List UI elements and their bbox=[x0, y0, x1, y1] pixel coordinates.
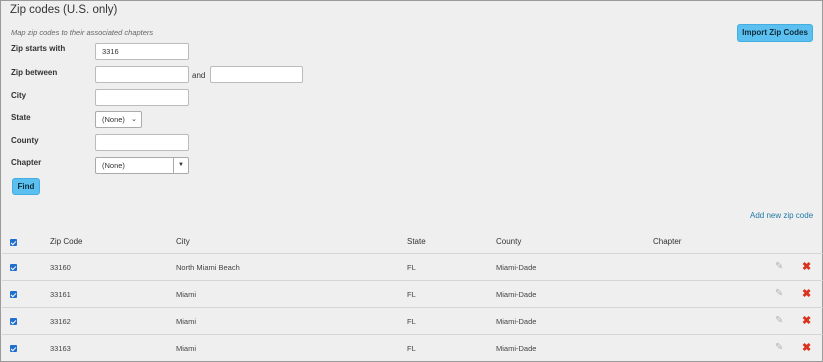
column-header-chapter: Chapter bbox=[653, 237, 682, 246]
city-label: City bbox=[11, 91, 27, 100]
caret-down-icon: ▼ bbox=[173, 158, 188, 173]
cell-county: Miami-Dade bbox=[496, 263, 537, 272]
chapter-label: Chapter bbox=[11, 158, 42, 167]
cell-zip: 33161 bbox=[50, 290, 71, 299]
cell-zip: 33162 bbox=[50, 317, 71, 326]
cell-county: Miami-Dade bbox=[496, 317, 537, 326]
row-checkbox[interactable] bbox=[10, 291, 17, 298]
state-select-value: (None) bbox=[102, 115, 125, 124]
cell-state: FL bbox=[407, 344, 416, 353]
cell-state: FL bbox=[407, 263, 416, 272]
pencil-icon[interactable]: ✎ bbox=[775, 342, 783, 353]
delete-x-icon[interactable]: ✖ bbox=[802, 314, 811, 327]
table-row: 33161 Miami FL Miami-Dade ✎ ✖ bbox=[2, 280, 823, 307]
column-header-county: County bbox=[496, 237, 522, 246]
zip-codes-panel: Zip codes (U.S. only) Map zip codes to t… bbox=[0, 0, 823, 362]
zip-starts-label: Zip starts with bbox=[11, 44, 66, 53]
table-row: 33163 Miami FL Miami-Dade ✎ ✖ bbox=[2, 334, 823, 361]
zip-between-and: and bbox=[192, 71, 206, 80]
county-label: County bbox=[11, 136, 39, 145]
column-header-zip: Zip Code bbox=[50, 237, 83, 246]
cell-county: Miami-Dade bbox=[496, 344, 537, 353]
cell-city: Miami bbox=[176, 317, 196, 326]
zip-between-to-input[interactable] bbox=[210, 66, 303, 83]
chapter-select-value: (None) bbox=[102, 161, 125, 170]
import-zip-codes-button[interactable]: Import Zip Codes bbox=[737, 24, 813, 42]
cell-city: Miami bbox=[176, 344, 196, 353]
state-select[interactable]: (None) ⌄ bbox=[95, 111, 142, 128]
cell-state: FL bbox=[407, 317, 416, 326]
cell-county: Miami-Dade bbox=[496, 290, 537, 299]
delete-x-icon[interactable]: ✖ bbox=[802, 260, 811, 273]
zip-starts-input[interactable]: 3316 bbox=[95, 43, 189, 60]
cell-zip: 33163 bbox=[50, 344, 71, 353]
find-button[interactable]: Find bbox=[12, 178, 40, 195]
column-header-state: State bbox=[407, 237, 426, 246]
row-checkbox[interactable] bbox=[10, 318, 17, 325]
table-row: 33160 North Miami Beach FL Miami-Dade ✎ … bbox=[2, 253, 823, 280]
chevron-down-icon: ⌄ bbox=[131, 116, 137, 123]
zip-between-label: Zip between bbox=[11, 68, 58, 77]
page-subtitle: Map zip codes to their associated chapte… bbox=[11, 28, 154, 37]
cell-zip: 33160 bbox=[50, 263, 71, 272]
row-checkbox[interactable] bbox=[10, 264, 17, 271]
county-input[interactable] bbox=[95, 134, 189, 151]
pencil-icon[interactable]: ✎ bbox=[775, 315, 783, 326]
cell-city: Miami bbox=[176, 290, 196, 299]
state-label: State bbox=[11, 113, 31, 122]
row-checkbox[interactable] bbox=[10, 345, 17, 352]
delete-x-icon[interactable]: ✖ bbox=[802, 341, 811, 354]
zip-between-from-input[interactable] bbox=[95, 66, 189, 83]
city-input[interactable] bbox=[95, 89, 189, 106]
page-title: Zip codes (U.S. only) bbox=[10, 4, 118, 16]
table-row: 33162 Miami FL Miami-Dade ✎ ✖ bbox=[2, 307, 823, 334]
cell-state: FL bbox=[407, 290, 416, 299]
pencil-icon[interactable]: ✎ bbox=[775, 288, 783, 299]
delete-x-icon[interactable]: ✖ bbox=[802, 287, 811, 300]
cell-city: North Miami Beach bbox=[176, 263, 240, 272]
pencil-icon[interactable]: ✎ bbox=[775, 261, 783, 272]
add-new-zip-code-link[interactable]: Add new zip code bbox=[750, 211, 813, 220]
select-all-checkbox[interactable] bbox=[10, 239, 17, 246]
column-header-city: City bbox=[176, 237, 190, 246]
chapter-select[interactable]: (None) ▼ bbox=[95, 157, 189, 174]
